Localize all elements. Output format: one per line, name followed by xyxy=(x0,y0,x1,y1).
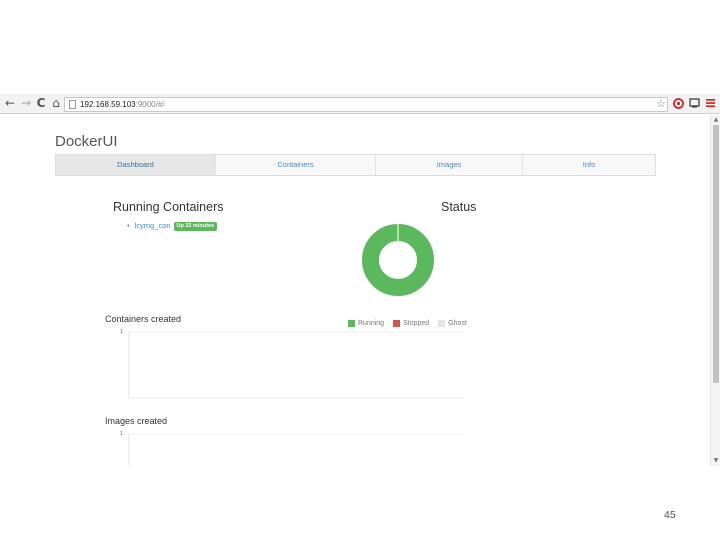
page-icon xyxy=(69,100,76,109)
tab-dashboard[interactable]: Dashboard xyxy=(56,155,216,175)
container-link[interactable]: lcymg_con xyxy=(135,221,171,230)
cast-icon[interactable] xyxy=(688,97,700,110)
address-bar[interactable]: 192.168.59.103:9000/#/ xyxy=(64,97,668,112)
containers-created-y-tick: 1 xyxy=(120,329,124,335)
images-created-title: Images created xyxy=(105,416,168,426)
browser-toolbar: ← → C ⌂ 192.168.59.103:9000/#/ ☆ xyxy=(0,94,720,114)
status-badge: Up 22 minutes xyxy=(173,222,218,231)
legend-item-stopped: Stopped xyxy=(393,320,429,327)
containers-created-title: Containers created xyxy=(105,314,182,324)
legend-item-ghost: Ghost xyxy=(438,320,467,327)
browser-window: ← → C ⌂ 192.168.59.103:9000/#/ ☆ DockerU… xyxy=(0,94,720,466)
menu-icon[interactable] xyxy=(704,97,716,110)
vertical-scrollbar[interactable]: ▲ ▼ xyxy=(710,115,720,466)
reload-button[interactable]: C xyxy=(34,96,48,111)
status-donut-chart xyxy=(362,224,434,296)
images-created-plot xyxy=(128,433,464,466)
tab-images[interactable]: Images xyxy=(376,155,523,175)
legend-swatch-running xyxy=(348,320,355,327)
bookmark-star-icon[interactable]: ☆ xyxy=(655,97,667,110)
scroll-thumb[interactable] xyxy=(713,125,719,383)
legend-label-running: Running xyxy=(358,320,385,327)
extension-stop-icon[interactable] xyxy=(672,97,684,110)
tab-info[interactable]: Info xyxy=(523,155,655,175)
legend-label-stopped: Stopped xyxy=(403,320,430,327)
scroll-down-arrow-icon[interactable]: ▼ xyxy=(712,457,720,465)
list-bullet: • xyxy=(127,221,130,230)
main-nav: Dashboard Containers Images Info xyxy=(55,154,656,176)
status-legend: Running Stopped Ghost xyxy=(348,320,476,327)
legend-swatch-ghost xyxy=(438,320,446,327)
legend-swatch-stopped xyxy=(393,320,401,327)
url-text: 192.168.59.103:9000/#/ xyxy=(80,99,165,111)
back-button[interactable]: ← xyxy=(3,96,17,111)
legend-item-running: Running xyxy=(348,320,384,327)
status-title: Status xyxy=(441,200,477,214)
legend-label-ghost: Ghost xyxy=(448,320,467,327)
scroll-up-arrow-icon[interactable]: ▲ xyxy=(712,116,720,124)
slide-number: 45 xyxy=(664,509,676,521)
url-path: :9000/#/ xyxy=(135,100,165,109)
page-viewport: DockerUI Dashboard Containers Images Inf… xyxy=(0,115,712,466)
url-host: 192.168.59.103 xyxy=(80,100,136,109)
tab-containers[interactable]: Containers xyxy=(216,155,376,175)
forward-button[interactable]: → xyxy=(19,96,33,111)
images-created-y-tick: 1 xyxy=(120,431,124,437)
containers-created-plot xyxy=(128,331,464,399)
running-containers-title: Running Containers xyxy=(113,200,224,214)
brand-logo[interactable]: DockerUI xyxy=(55,133,118,150)
list-item: • lcymg_con Up 22 minutes xyxy=(127,221,218,231)
home-button[interactable]: ⌂ xyxy=(49,96,63,111)
